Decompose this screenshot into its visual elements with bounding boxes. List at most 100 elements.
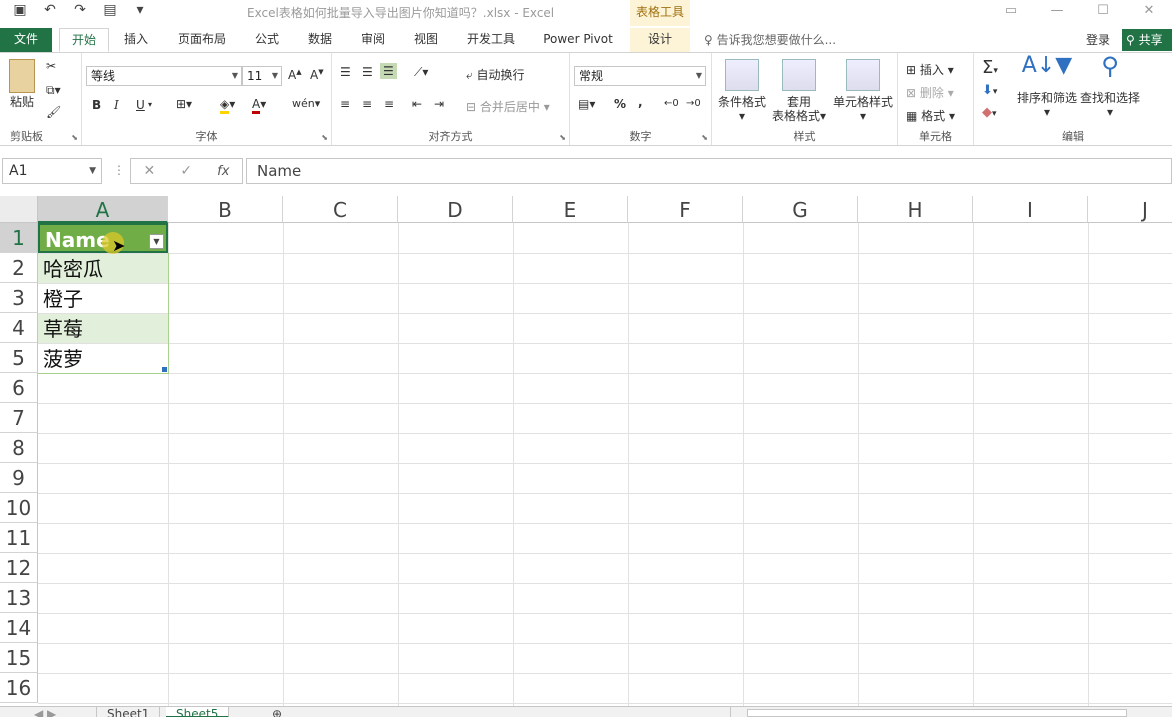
tab-data[interactable]: 数据 [298, 28, 342, 52]
tab-home[interactable]: 开始 [59, 28, 109, 52]
sheet-nav-arrows-icon[interactable]: ◀ ▶ [24, 707, 66, 717]
row-header-4[interactable]: 4 [0, 313, 38, 343]
bold-button[interactable]: B [92, 98, 101, 112]
tab-power-pivot[interactable]: Power Pivot [534, 28, 622, 52]
tab-view[interactable]: 视图 [404, 28, 448, 52]
minimize-icon[interactable]: — [1034, 0, 1080, 22]
col-header-I[interactable]: I [973, 196, 1088, 223]
italic-button[interactable]: I [114, 98, 119, 112]
font-color-icon[interactable]: A▾ [252, 97, 266, 114]
insert-cells-button[interactable]: ⊞ 插入 ▾ [906, 61, 954, 78]
clipboard-launcher-icon[interactable]: ⬊ [71, 133, 78, 142]
underline-button[interactable]: U [136, 98, 145, 112]
tab-design[interactable]: 设计 [630, 28, 690, 52]
customize-qat-icon[interactable]: ▾ [130, 2, 150, 18]
row-header-16[interactable]: 16 [0, 673, 38, 703]
new-sheet-icon[interactable]: ⊕ [262, 707, 292, 717]
align-top-icon[interactable]: ☰ [340, 65, 351, 79]
table-cell[interactable]: 菠萝 [38, 344, 168, 373]
table-cell[interactable]: 草莓 [38, 314, 168, 343]
col-header-D[interactable]: D [398, 196, 513, 223]
row-header-9[interactable]: 9 [0, 463, 38, 493]
phonetic-icon[interactable]: wén▾ [292, 97, 320, 110]
sheet-tab-sheet1[interactable]: Sheet1 [96, 707, 161, 717]
share-button[interactable]: ⚲ 共享 [1122, 29, 1172, 51]
ribbon-display-icon[interactable]: ▭ [988, 0, 1034, 22]
name-box-dropdown-icon[interactable]: ▼ [89, 159, 96, 183]
fill-icon[interactable]: ⬇▾ [982, 83, 997, 98]
maximize-icon[interactable]: ☐ [1080, 0, 1126, 22]
format-cells-button[interactable]: ▦ 格式 ▾ [906, 107, 955, 124]
insert-function-icon[interactable]: fx [217, 164, 229, 179]
row-header-12[interactable]: 12 [0, 553, 38, 583]
font-size-select[interactable]: 11 ▼ [242, 66, 282, 86]
orientation-icon[interactable]: ⟋▾ [414, 65, 428, 80]
find-select-button[interactable]: ⚲ 查找和选择 ▾ [1080, 54, 1140, 119]
col-header-A[interactable]: A [38, 196, 168, 223]
redo-icon[interactable]: ↷ [70, 2, 90, 18]
col-header-E[interactable]: E [513, 196, 628, 223]
cut-icon[interactable]: ✂ [46, 59, 56, 73]
row-header-11[interactable]: 11 [0, 523, 38, 553]
font-name-select[interactable]: 等线 ▼ [86, 66, 242, 86]
row-header-1[interactable]: 1 [0, 223, 38, 253]
cancel-icon[interactable]: ✕ [144, 163, 156, 179]
shrink-font-icon[interactable]: A▼ [310, 68, 324, 82]
fill-color-icon[interactable]: ◈▾ [220, 97, 235, 114]
row-header-3[interactable]: 3 [0, 283, 38, 313]
tab-developer[interactable]: 开发工具 [458, 28, 524, 52]
decrease-indent-icon[interactable]: ⇤ [412, 97, 422, 111]
formula-input[interactable]: Name [246, 158, 1172, 184]
tab-page-layout[interactable]: 页面布局 [169, 28, 235, 52]
format-as-table-button[interactable]: 套用 表格格式▾ [768, 59, 830, 123]
delete-cells-button[interactable]: ⊠ 删除 ▾ [906, 84, 954, 101]
horizontal-scrollbar[interactable] [730, 707, 1172, 717]
worksheet-grid[interactable]: A B C D E F G H I J 1 2 3 4 5 6 7 8 9 10… [0, 196, 1172, 706]
align-left-icon[interactable]: ≡ [340, 97, 350, 111]
sort-filter-button[interactable]: A↓▼ 排序和筛选 ▾ [1014, 55, 1080, 120]
name-box[interactable]: A1 ▼ [2, 158, 102, 184]
tab-file[interactable]: 文件 [0, 28, 52, 52]
col-header-H[interactable]: H [858, 196, 973, 223]
align-right-icon[interactable]: ≡ [384, 97, 394, 111]
row-header-10[interactable]: 10 [0, 493, 38, 523]
increase-decimal-icon[interactable]: ←0 [664, 98, 679, 109]
sheet-tab-sheet5[interactable]: Sheet5 [166, 707, 230, 717]
login-link[interactable]: 登录 [1086, 28, 1110, 52]
col-header-G[interactable]: G [743, 196, 858, 223]
col-header-J[interactable]: J [1088, 196, 1172, 223]
borders-icon[interactable]: ⊞▾ [176, 97, 192, 111]
autosum-icon[interactable]: Σ▾ [982, 57, 998, 78]
row-header-15[interactable]: 15 [0, 643, 38, 673]
row-header-14[interactable]: 14 [0, 613, 38, 643]
accounting-format-icon[interactable]: ▤▾ [578, 97, 595, 111]
undo-icon[interactable]: ↶ [40, 2, 60, 18]
col-header-B[interactable]: B [168, 196, 283, 223]
table-cell[interactable]: 哈密瓜 [38, 254, 168, 283]
row-header-2[interactable]: 2 [0, 253, 38, 283]
col-header-F[interactable]: F [628, 196, 743, 223]
form-icon[interactable]: ▤ [100, 2, 120, 18]
wrap-text-button[interactable]: ⤶ 自动换行 [466, 66, 525, 83]
row-header-7[interactable]: 7 [0, 403, 38, 433]
formula-bar-splitter[interactable]: ⋮ [113, 163, 125, 177]
table-resize-handle[interactable] [162, 367, 167, 372]
select-all-corner[interactable] [0, 196, 38, 223]
conditional-formatting-button[interactable]: 条件格式 ▾ [714, 59, 770, 123]
alignment-launcher-icon[interactable]: ⬊ [559, 133, 566, 142]
row-header-8[interactable]: 8 [0, 433, 38, 463]
percent-button[interactable]: % [614, 97, 626, 111]
decrease-decimal-icon[interactable]: →0 [686, 98, 701, 109]
save-icon[interactable]: ▣ [10, 2, 30, 18]
paste-button[interactable]: 粘贴 [4, 59, 40, 109]
table-cell[interactable]: 橙子 [38, 284, 168, 313]
format-painter-icon[interactable]: 🖌 [46, 105, 61, 119]
align-center-icon[interactable]: ≡ [362, 97, 372, 111]
close-icon[interactable]: ✕ [1126, 0, 1172, 22]
grow-font-icon[interactable]: A▲ [288, 68, 302, 82]
enter-icon[interactable]: ✓ [180, 163, 192, 179]
underline-dropdown-icon[interactable]: ▾ [148, 100, 152, 109]
merge-center-button[interactable]: ⊟ 合并后居中 ▾ [466, 98, 550, 115]
font-launcher-icon[interactable]: ⬊ [321, 133, 328, 142]
number-launcher-icon[interactable]: ⬊ [701, 133, 708, 142]
